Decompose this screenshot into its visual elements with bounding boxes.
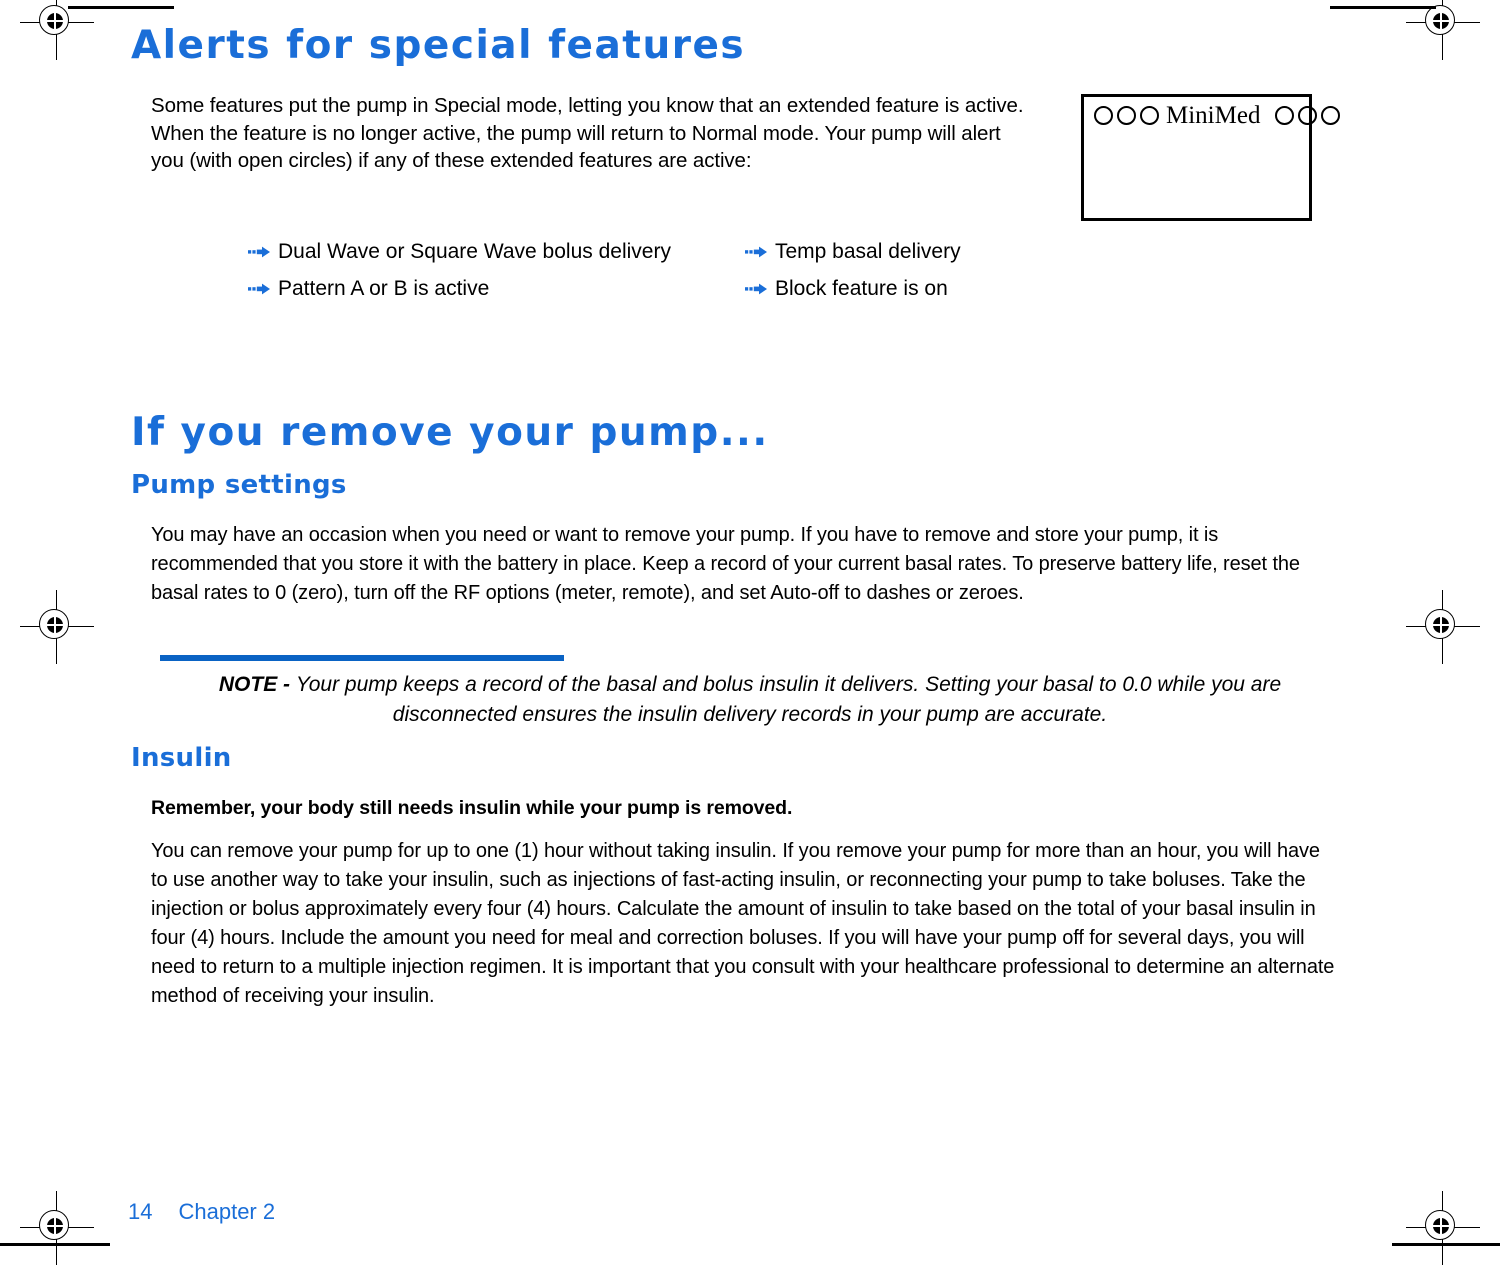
regmark-vertical-line: [56, 0, 58, 60]
regmark-horizontal-line: [20, 22, 94, 24]
registration-mark-mid-left: [20, 590, 94, 664]
note-body: Your pump keeps a record of the basal an…: [295, 673, 1282, 726]
trim-line-top-left: [68, 6, 174, 9]
list-item: Dual Wave or Square Wave bolus delivery: [248, 241, 671, 267]
regmark-horizontal-line: [1406, 626, 1480, 628]
regmark-center-dot: [1429, 9, 1453, 33]
regmark-vertical-line: [56, 590, 58, 664]
open-circle-icon: [1117, 106, 1136, 125]
registration-mark-bottom-left: [20, 1191, 94, 1265]
list-item: Block feature is on: [745, 278, 961, 304]
regmark-horizontal-line: [1406, 1227, 1480, 1229]
open-circle-icon: [1140, 106, 1159, 125]
arrow-bullet-icon: [248, 283, 270, 304]
note-divider-rule: [160, 655, 564, 661]
insulin-reminder-text: Remember, your body still needs insulin …: [151, 797, 793, 819]
regmark-vertical-line: [1442, 1191, 1444, 1265]
regmark-horizontal-line: [20, 1227, 94, 1229]
pump-screen-row: MiniMed: [1094, 103, 1344, 128]
regmark-vertical-line: [56, 1191, 58, 1265]
pump-settings-paragraph: You may have an occasion when you need o…: [151, 524, 1300, 604]
trim-line-bottom-right: [1392, 1243, 1500, 1246]
pump-right-circle-group: [1275, 106, 1344, 125]
arrow-bullet-icon: [745, 246, 767, 267]
regmark-vertical-line: [1442, 590, 1444, 664]
regmark-center-dot: [43, 1214, 67, 1238]
open-circle-icon: [1275, 106, 1295, 125]
alerts-intro-paragraph: Some features put the pump in Special mo…: [151, 94, 1024, 172]
footer-chapter-label: Chapter 2: [178, 1199, 276, 1224]
regmark-center-dot: [43, 9, 67, 33]
regmark-vertical-line: [1442, 0, 1444, 60]
regmark-ring: [39, 1210, 69, 1240]
arrow-bullet-icon: [745, 283, 767, 304]
note-callout: NOTE - Your pump keeps a record of the b…: [160, 670, 1340, 730]
regmark-center-dot: [1429, 1214, 1453, 1238]
subheading-insulin: Insulin: [131, 743, 232, 773]
insulin-paragraph: You can remove your pump for up to one (…: [151, 840, 1335, 1007]
regmark-ring: [39, 5, 69, 35]
page-title-remove-pump: If you remove your pump...: [131, 410, 769, 455]
regmark-horizontal-line: [1406, 22, 1480, 24]
registration-mark-bottom-right: [1406, 1191, 1480, 1265]
alerts-bullet-list-left: Dual Wave or Square Wave bolus delivery …: [248, 241, 671, 315]
note-label: NOTE -: [218, 673, 296, 696]
document-page: Alerts for special features Some feature…: [0, 0, 1500, 1265]
pump-display-illustration: MiniMed: [1081, 94, 1341, 221]
list-item: Temp basal delivery: [745, 241, 961, 267]
list-item-label: Block feature is on: [775, 277, 948, 300]
open-circle-icon: [1321, 106, 1341, 125]
open-circle-icon: [1298, 106, 1318, 125]
list-item-label: Dual Wave or Square Wave bolus delivery: [278, 240, 671, 263]
registration-mark-top-left: [20, 0, 94, 60]
footer-page-number: 14: [128, 1199, 153, 1224]
regmark-ring: [1425, 609, 1455, 639]
subheading-pump-settings: Pump settings: [131, 470, 347, 500]
open-circle-icon: [1094, 106, 1113, 125]
registration-mark-top-right: [1406, 0, 1480, 60]
arrow-bullet-icon: [248, 246, 270, 267]
list-item: Pattern A or B is active: [248, 278, 671, 304]
page-footer: 14 Chapter 2: [128, 1199, 275, 1225]
regmark-center-dot: [43, 613, 67, 637]
regmark-ring: [1425, 1210, 1455, 1240]
pump-brand-label: MiniMed: [1166, 102, 1261, 129]
pump-left-circle-group: [1094, 106, 1163, 125]
trim-line-top-right: [1330, 6, 1436, 9]
regmark-horizontal-line: [20, 626, 94, 628]
page-title-alerts: Alerts for special features: [131, 23, 746, 68]
list-item-label: Pattern A or B is active: [278, 277, 490, 300]
alerts-bullet-list-right: Temp basal delivery Block feature is on: [745, 241, 961, 315]
regmark-ring: [39, 609, 69, 639]
registration-mark-mid-right: [1406, 590, 1480, 664]
regmark-ring: [1425, 5, 1455, 35]
regmark-center-dot: [1429, 613, 1453, 637]
list-item-label: Temp basal delivery: [775, 240, 961, 263]
trim-line-bottom-left: [0, 1243, 110, 1246]
